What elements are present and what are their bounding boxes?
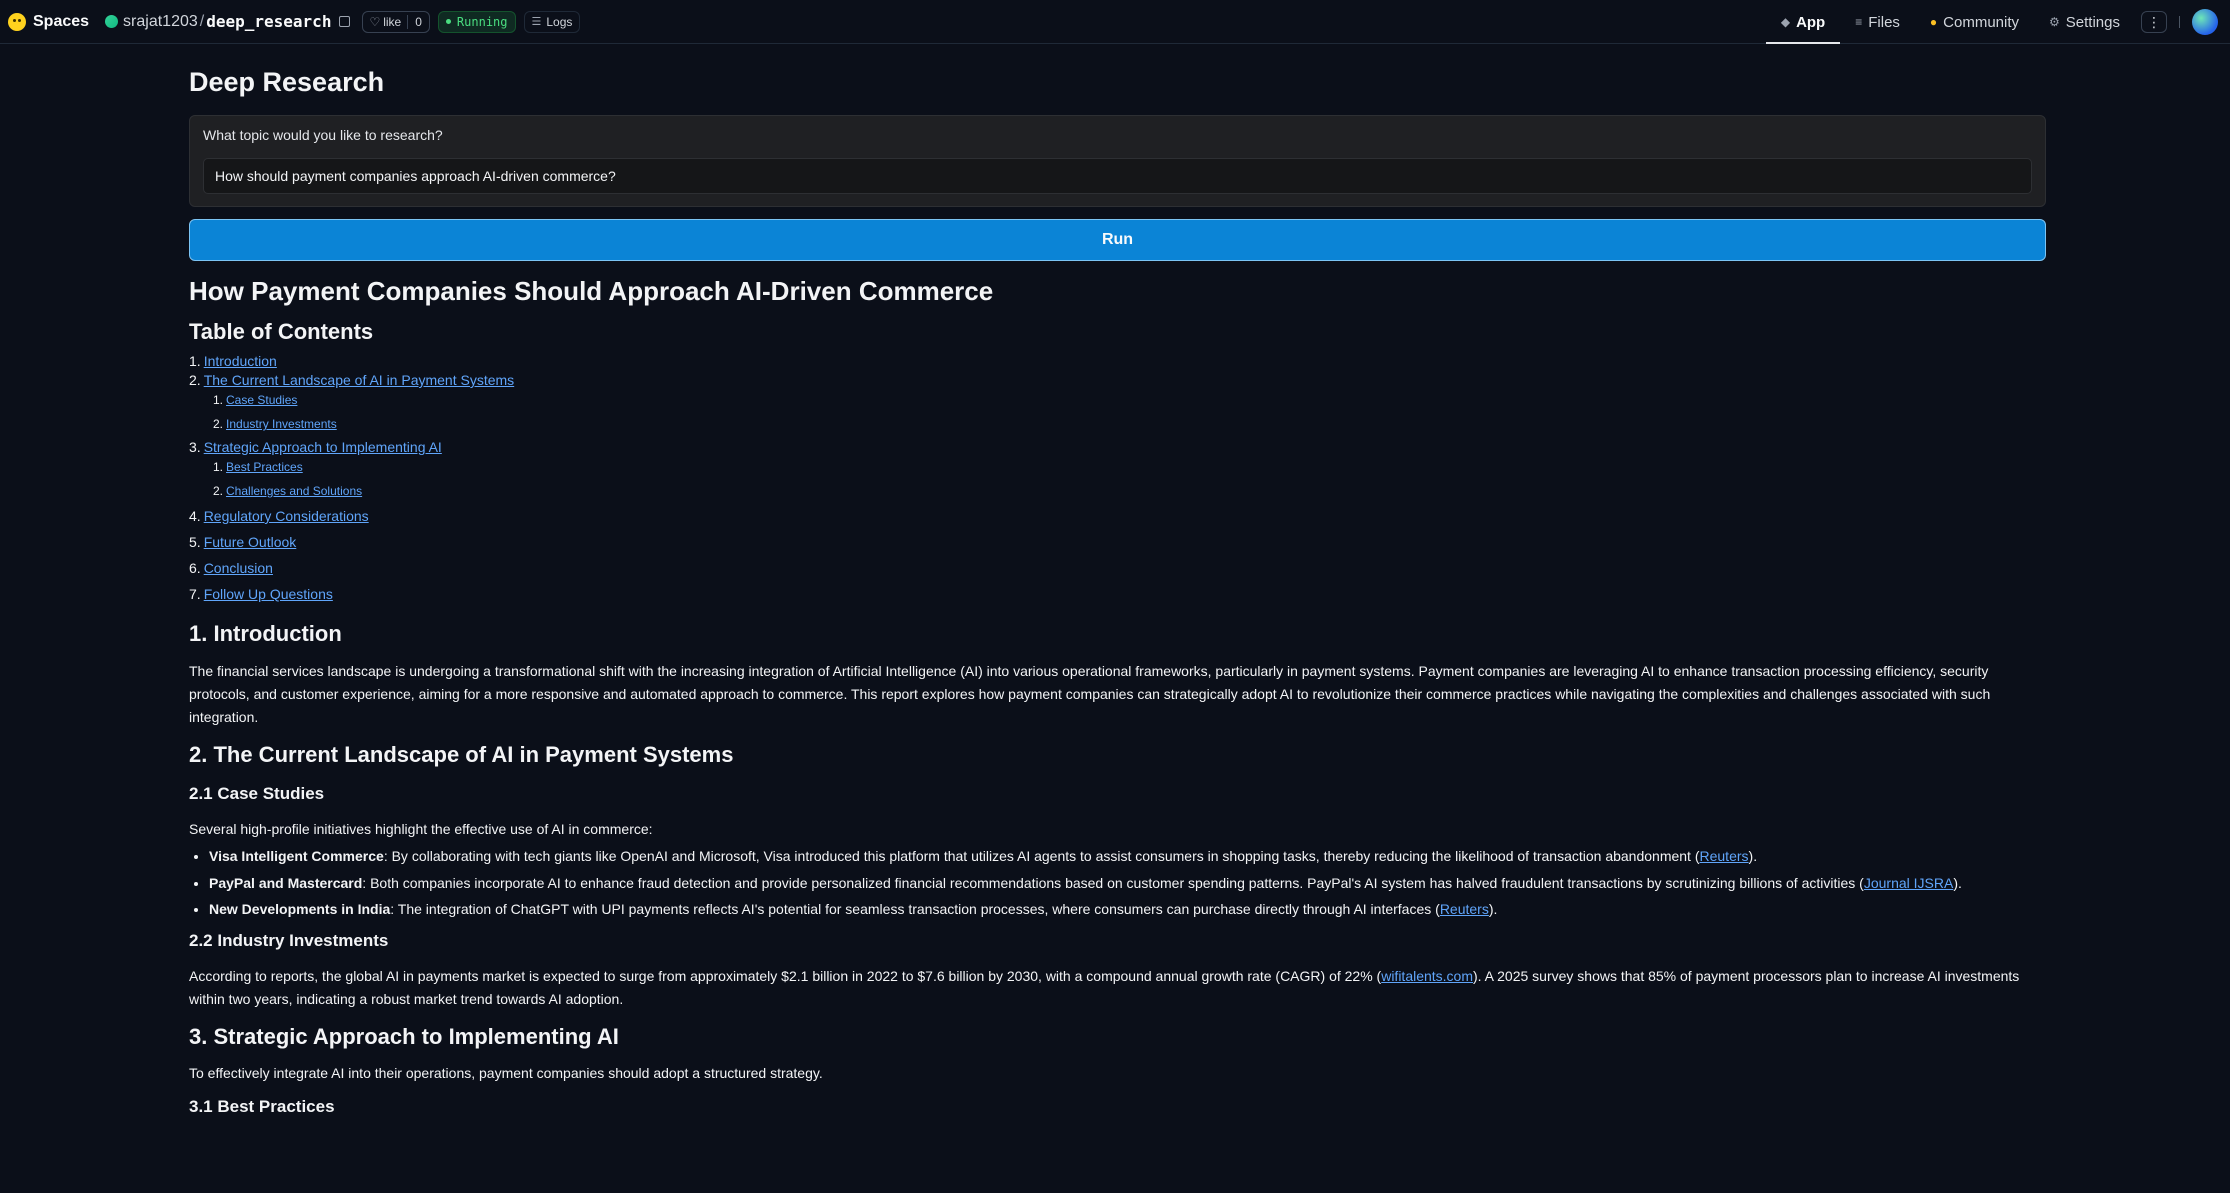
section-heading-landscape: 2. The Current Landscape of AI in Paymen… [189,742,734,767]
report-title: How Payment Companies Should Approach AI… [189,276,994,306]
toc-subitem: 1. Best Practices [213,460,303,474]
toc-link-strategic-approach[interactable]: Strategic Approach to Implementing AI [204,439,442,455]
toc-item: 7. Follow Up Questions [189,586,333,602]
topic-input[interactable] [203,158,2032,194]
gradio-app: Deep Research What topic would you like … [189,44,2046,1119]
kebab-menu-icon: ⋮ [2147,13,2161,30]
like-count: 0 [407,14,429,29]
run-button[interactable]: Run [189,219,2046,261]
subsection-heading-investments: 2.2 Industry Investments [189,930,389,950]
hugging-face-logo-icon [8,12,26,31]
toc-subitem: 1. Case Studies [213,393,298,407]
toc-link-future-outlook[interactable]: Future Outlook [204,534,297,550]
status-dot-icon [445,19,451,24]
section-heading-strategy: 3. Strategic Approach to Implementing AI [189,1023,619,1049]
repo-owner-link[interactable]: srajat1203 [123,13,198,31]
toc-link-introduction[interactable]: Introduction [204,353,277,369]
section-heading-introduction: 1. Introduction [189,621,342,646]
source-link[interactable]: wifitalents.com [1381,968,1473,984]
toc-item: 4. Regulatory Considerations [189,508,369,524]
tab-community[interactable]: ● Community [1915,0,2034,44]
brand-name: Spaces [33,12,90,30]
introduction-paragraph: The financial services landscape is unde… [189,663,1991,725]
toc-link-best-practices[interactable]: Best Practices [226,460,303,474]
strategy-paragraph: To effectively integrate AI into their o… [189,1064,823,1081]
toc-link-case-studies[interactable]: Case Studies [226,393,297,407]
logs-icon: ☰ [531,16,542,28]
heart-icon: ♡ [369,14,381,29]
case-studies-list: Visa Intelligent Commerce: By collaborat… [189,843,2046,923]
table-of-contents: 1. Introduction 2. The Current Landscape o… [189,350,2046,607]
gear-icon: ⚙ [2049,15,2060,29]
subsection-heading-best-practices: 3.1 Best Practices [189,1096,335,1116]
files-icon: ≡ [1855,15,1863,29]
toc-link-regulatory[interactable]: Regulatory Considerations [204,508,369,524]
logs-label: Logs [546,14,573,29]
toc-subitem: 2. Challenges and Solutions [213,484,363,498]
like-button[interactable]: ♡ like 0 [362,10,430,33]
topic-input-panel: What topic would you like to research? [189,115,2046,207]
subsection-heading-case-studies: 2.1 Case Studies [189,784,325,803]
toc-link-follow-up[interactable]: Follow Up Questions [204,586,333,602]
copy-icon[interactable] [339,16,351,27]
list-item: Visa Intelligent Commerce: By collaborat… [209,843,2046,870]
toc-link-current-landscape[interactable]: The Current Landscape of AI in Payment S… [204,372,515,388]
nav-divider [2179,16,2180,28]
app-icon: ◆ [1780,15,1791,29]
topic-input-label: What topic would you like to research? [203,127,443,143]
logs-button[interactable]: ☰ Logs [523,10,581,33]
toc-link-challenges[interactable]: Challenges and Solutions [226,484,362,498]
space-nav: ◆ App ≡ Files ● Community ⚙ Settings ⋮ [1765,0,2230,44]
repo-breadcrumb: srajat1203 / deep_research [105,12,351,31]
status-badge[interactable]: Running [437,10,516,33]
toc-item: 5. Future Outlook [189,534,297,550]
list-item: PayPal and Mastercard: Both companies in… [209,870,2046,897]
toc-item: 6. Conclusion [189,560,273,576]
source-link[interactable]: Reuters [1440,901,1489,917]
like-label: like [383,14,402,29]
status-text: Running [456,14,508,29]
report-output: How Payment Companies Should Approach AI… [189,273,2046,1119]
tab-app-label: App [1796,13,1826,31]
tab-settings-label: Settings [2065,13,2120,31]
list-item: New Developments in India: The integrati… [209,896,2046,923]
toc-heading: Table of Contents [189,319,374,344]
toc-link-industry-investments[interactable]: Industry Investments [226,417,337,431]
tab-community-label: Community [1943,13,2020,31]
space-avatar-icon [105,15,119,28]
spaces-brand[interactable]: Spaces [8,12,90,31]
tab-settings[interactable]: ⚙ Settings [2034,0,2135,44]
tab-files-label: Files [1868,13,1900,31]
more-options-button[interactable]: ⋮ [2141,11,2167,33]
case-studies-intro: Several high-profile initiatives highlig… [189,821,653,837]
toc-subitem: 2. Industry Investments [213,417,337,431]
community-icon: ● [1929,15,1938,29]
source-link[interactable]: Journal IJSRA [1864,875,1953,891]
source-link[interactable]: Reuters [1700,848,1749,864]
toc-link-conclusion[interactable]: Conclusion [204,560,273,576]
repo-name-link[interactable]: deep_research [206,12,331,31]
tab-app[interactable]: ◆ App [1765,0,1841,44]
tab-files[interactable]: ≡ Files [1840,0,1915,44]
investments-paragraph: According to reports, the global AI in p… [189,967,2020,1007]
app-title: Deep Research [189,67,385,97]
breadcrumb-separator: / [199,12,205,30]
top-bar: Spaces srajat1203 / deep_research ♡ like… [0,0,2230,44]
user-avatar[interactable] [2192,9,2218,35]
